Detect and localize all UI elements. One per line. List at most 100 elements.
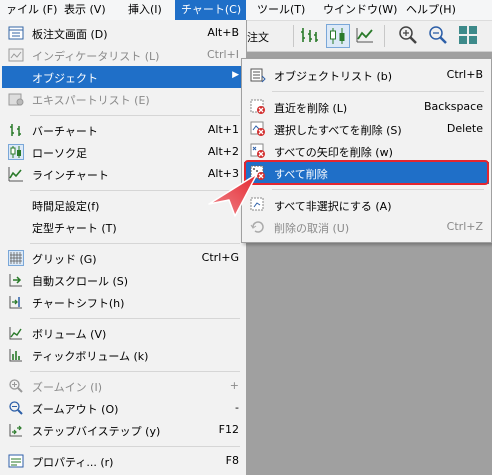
menu-item-label: ボリューム (V) <box>32 328 107 341</box>
bar-chart-button[interactable] <box>298 24 322 48</box>
toolbar: 注文 <box>247 21 492 52</box>
menu-item-expert-list[interactable]: エキスパートリスト (E) <box>2 88 245 110</box>
menu-item-autoscroll[interactable]: 自動スクロール (S) <box>2 269 245 291</box>
menu-item-label: エキスパートリスト (E) <box>32 94 150 107</box>
menu-tools[interactable]: ツール(T) <box>251 0 311 20</box>
menu-item-shortcut: Ctrl+I <box>206 48 239 61</box>
pointer-arrow-icon <box>208 173 258 217</box>
step-by-step-icon <box>9 424 22 437</box>
menu-item-bar-chart[interactable]: バーチャート Alt+1 <box>2 119 245 141</box>
menu-separator <box>30 318 240 319</box>
menu-item-label: オブジェクト <box>32 72 98 85</box>
menu-item-label: すべて非選択にする (A) <box>274 200 392 213</box>
menu-item-label: ローソク足 <box>32 147 87 160</box>
menu-bar: ァイル (F) 表示 (V) 挿入(I) チャート(C) ツール(T) ウインド… <box>0 0 492 21</box>
menu-view[interactable]: 表示 (V) <box>58 0 112 20</box>
submenu-item-delete-last[interactable]: 直近を削除 (L) Backspace <box>244 96 489 118</box>
menu-item-label: チャートシフト(h) <box>32 297 125 310</box>
menu-item-grid[interactable]: グリッド (G) Ctrl+G <box>2 247 245 269</box>
toolbar-separator <box>384 25 385 47</box>
submenu-item-delete-selected[interactable]: 選択したすべてを削除 (S) Delete <box>244 118 489 140</box>
menu-item-label: 時間足設定(f) <box>32 200 100 213</box>
menu-item-chart-shift[interactable]: チャートシフト(h) <box>2 291 245 313</box>
menu-insert[interactable]: 挿入(I) <box>122 0 168 20</box>
zoom-in-icon <box>9 379 23 393</box>
menu-item-volume[interactable]: ボリューム (V) <box>2 322 245 344</box>
delete-arrows-icon <box>250 143 265 158</box>
menu-item-label: バーチャート <box>32 125 98 138</box>
order-panel-icon <box>8 26 24 40</box>
menu-item-label: オブジェクトリスト (b) <box>274 70 393 83</box>
tick-volume-icon <box>9 349 22 362</box>
line-chart-button[interactable] <box>354 24 378 48</box>
expert-list-icon <box>8 93 24 106</box>
menu-item-label: 定型チャート (T) <box>32 222 117 235</box>
menu-item-properties[interactable]: プロパティ... (r) F8 <box>2 450 245 472</box>
toolbar-separator <box>293 25 294 47</box>
bar-chart-icon <box>10 124 21 136</box>
menu-item-step[interactable]: ステップバイステップ (y) F12 <box>2 419 245 441</box>
menu-item-label: 削除の取消 (U) <box>274 222 350 235</box>
tile-windows-button[interactable] <box>457 24 481 48</box>
menu-item-label: 自動スクロール (S) <box>32 275 129 288</box>
chart-menu: 板注文画面 (D) Alt+B インディケータリスト (L) Ctrl+I オブ… <box>0 20 247 475</box>
submenu-item-deselect-all[interactable]: すべて非選択にする (A) <box>244 194 489 216</box>
menu-separator <box>272 189 484 190</box>
menu-item-label: 直近を削除 (L) <box>274 102 348 115</box>
object-list-icon <box>250 68 266 83</box>
menu-separator <box>30 371 240 372</box>
menu-item-shortcut: Alt+1 <box>207 123 239 136</box>
indicator-list-icon <box>8 48 24 62</box>
menu-item-shortcut: F8 <box>225 454 239 467</box>
menu-item-label: ズームイン (I) <box>32 381 102 394</box>
menu-item-shortcut: F12 <box>218 423 239 436</box>
toolbar-order-label[interactable]: 注文 <box>247 29 269 45</box>
menu-item-label: 板注文画面 (D) <box>32 28 108 41</box>
menu-item-shortcut: - <box>235 401 239 414</box>
menu-item-shortcut: + <box>229 379 239 392</box>
menu-item-shortcut: Ctrl+G <box>201 251 239 264</box>
submenu-item-delete-arrows[interactable]: すべての矢印を削除 (w) <box>244 140 489 162</box>
menu-item-shortcut: Ctrl+B <box>446 68 483 81</box>
zoom-out-icon <box>9 401 23 415</box>
bar-chart-icon <box>301 28 318 42</box>
menu-separator <box>30 243 240 244</box>
line-chart-icon <box>8 167 23 182</box>
menu-item-label: ティックボリューム (k) <box>32 350 149 363</box>
submenu-item-object-list[interactable]: オブジェクトリスト (b) Ctrl+B <box>244 64 489 86</box>
menu-window[interactable]: ウインドウ(W) <box>317 0 403 20</box>
menu-item-shortcut: Alt+B <box>207 26 239 39</box>
menu-separator <box>30 115 240 116</box>
zoom-out-button[interactable] <box>427 24 451 48</box>
grid-icon <box>8 250 24 266</box>
menu-chart[interactable]: チャート(C) <box>175 0 246 20</box>
properties-icon <box>8 454 24 468</box>
menu-item-shortcut: Backspace <box>424 100 483 113</box>
delete-selected-icon <box>250 121 265 136</box>
menu-item-zoom-out[interactable]: ズームアウト (O) - <box>2 397 245 419</box>
menu-item-shortcut: Delete <box>446 122 483 135</box>
menu-item-label: グリッド (G) <box>32 253 97 266</box>
menu-item-label: ラインチャート <box>32 169 109 182</box>
menu-item-objects[interactable]: オブジェクト ▶ <box>2 66 245 88</box>
delete-last-icon <box>250 99 265 114</box>
autoscroll-icon <box>9 274 22 287</box>
line-chart-icon <box>356 28 373 43</box>
tile-windows-icon <box>459 26 477 44</box>
undo-delete-icon <box>250 221 264 233</box>
candlestick-icon <box>330 28 345 44</box>
menu-item-label: プロパティ... (r) <box>32 456 114 469</box>
menu-item-label: ステップバイステップ (y) <box>32 425 161 438</box>
highlight-callout-box <box>244 160 489 185</box>
menu-item-tick-volume[interactable]: ティックボリューム (k) <box>2 344 245 366</box>
menu-help[interactable]: ヘルプ(H) <box>400 0 462 20</box>
menu-item-shortcut: Ctrl+Z <box>446 220 483 233</box>
menu-separator <box>272 91 484 92</box>
menu-item-order-panel[interactable]: 板注文画面 (D) Alt+B <box>2 22 245 44</box>
submenu-item-undo-delete[interactable]: 削除の取消 (U) Ctrl+Z <box>244 216 489 238</box>
menu-file[interactable]: ァイル (F) <box>0 0 63 20</box>
candles-button[interactable] <box>326 24 350 48</box>
menu-item-indicator-list[interactable]: インディケータリスト (L) Ctrl+I <box>2 44 245 66</box>
zoom-in-button[interactable] <box>397 24 421 48</box>
menu-item-zoom-in[interactable]: ズームイン (I) + <box>2 375 245 397</box>
